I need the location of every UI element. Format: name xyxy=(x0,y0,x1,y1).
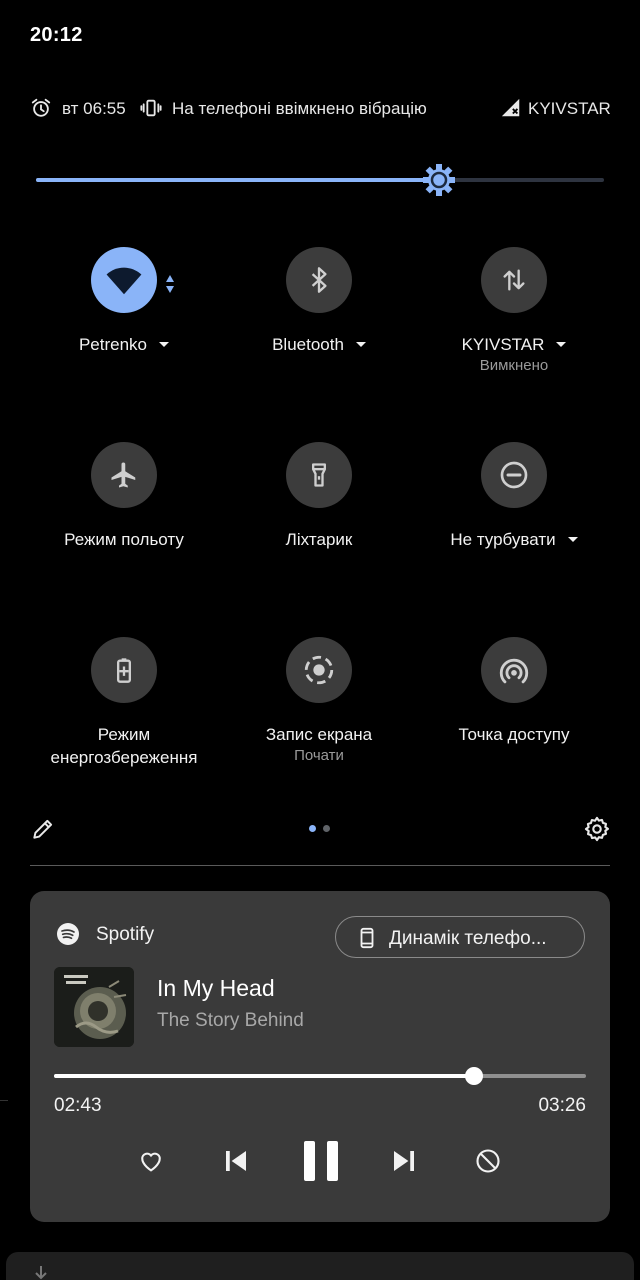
page-dot xyxy=(323,825,330,832)
background-edge xyxy=(0,1100,8,1101)
album-art xyxy=(54,967,134,1047)
seek-fill xyxy=(54,1074,474,1078)
airplane-toggle[interactable] xyxy=(91,442,157,508)
battery-saver-toggle[interactable] xyxy=(91,637,157,703)
tile-mobile-data-status: Вимкнено xyxy=(479,357,549,374)
battery-saver-icon xyxy=(117,658,131,683)
heart-icon xyxy=(141,1152,161,1172)
tile-airplane-label[interactable]: Режим польоту xyxy=(24,528,224,551)
bluetooth-icon xyxy=(311,267,327,293)
dnd-toggle[interactable] xyxy=(481,442,547,508)
data-activity-icon xyxy=(166,275,174,293)
vibrate-icon xyxy=(140,97,162,124)
next-button[interactable] xyxy=(382,1139,426,1183)
bluetooth-dropdown-icon[interactable] xyxy=(355,342,366,348)
page-dot xyxy=(309,825,316,832)
brightness-thumb[interactable] xyxy=(421,162,457,198)
carrier-name: KYIVSTAR xyxy=(528,99,611,118)
tile-battery-saver-label[interactable]: Режим енергозбереження xyxy=(24,723,224,769)
tile-wifi-label[interactable]: Petrenko xyxy=(24,333,224,356)
tile-mobile-data-label[interactable]: KYIVSTAR xyxy=(414,333,614,356)
like-button[interactable] xyxy=(129,1139,173,1183)
brightness-fill xyxy=(36,178,439,182)
spotify-logo-icon xyxy=(56,922,80,951)
tile-bluetooth-label[interactable]: Bluetooth xyxy=(219,333,419,356)
divider xyxy=(30,865,610,866)
screen-record-toggle[interactable] xyxy=(286,637,352,703)
vibration-status: На телефоні ввімкнено вібрацію xyxy=(172,99,427,118)
tile-hotspot-label[interactable]: Точка доступу xyxy=(414,723,614,746)
output-device-label: Динамік телефо... xyxy=(389,928,547,949)
status-clock: 20:12 xyxy=(30,24,83,46)
previous-button[interactable] xyxy=(214,1139,258,1183)
skip-next-icon xyxy=(394,1151,414,1171)
hotspot-icon xyxy=(499,658,529,684)
pause-icon xyxy=(304,1141,338,1181)
page-indicator xyxy=(309,825,333,833)
no-signal-icon xyxy=(500,97,522,124)
edit-pencil-icon[interactable] xyxy=(30,816,56,847)
settings-gear-icon[interactable] xyxy=(583,815,611,848)
block-icon xyxy=(476,1149,500,1173)
total-duration: 03:26 xyxy=(538,1095,586,1116)
wifi-icon xyxy=(106,267,142,295)
tile-flashlight-label[interactable]: Ліхтарик xyxy=(219,528,419,551)
elapsed-time: 02:43 xyxy=(54,1095,102,1116)
seek-thumb[interactable] xyxy=(465,1067,483,1085)
pause-button[interactable] xyxy=(298,1138,344,1184)
tile-screen-record-label[interactable]: Запис екрана xyxy=(219,723,419,746)
airplane-icon xyxy=(111,462,136,488)
do-not-disturb-icon xyxy=(500,461,528,489)
qs-footer xyxy=(30,812,610,846)
flashlight-toggle[interactable] xyxy=(286,442,352,508)
screen-record-icon xyxy=(304,655,334,685)
hotspot-toggle[interactable] xyxy=(481,637,547,703)
brightness-slider[interactable] xyxy=(36,162,604,198)
seek-bar[interactable] xyxy=(54,1067,586,1085)
phone-icon xyxy=(356,926,378,955)
bluetooth-toggle[interactable] xyxy=(286,247,352,313)
alarm-clock-icon xyxy=(30,97,52,124)
skip-previous-icon xyxy=(226,1151,246,1171)
media-player-card[interactable]: Spotify Динамік телефо... In My Head The… xyxy=(30,891,610,1222)
flashlight-icon xyxy=(312,463,326,487)
wifi-dropdown-icon[interactable] xyxy=(159,342,170,348)
info-row: вт 06:55 На телефоні ввімкнено вібрацію … xyxy=(30,96,611,124)
notification-card[interactable] xyxy=(6,1252,634,1280)
alarm-time[interactable]: вт 06:55 xyxy=(62,99,126,119)
arrow-down-icon xyxy=(35,1266,47,1280)
wifi-toggle[interactable] xyxy=(91,247,157,313)
status-bar: 20:12 xyxy=(0,0,640,72)
tile-dnd-label[interactable]: Не турбувати xyxy=(414,528,614,551)
mobile-data-icon xyxy=(503,269,525,291)
block-button[interactable] xyxy=(466,1139,510,1183)
output-device-button[interactable]: Динамік телефо... xyxy=(335,916,585,958)
media-app-name: Spotify xyxy=(96,924,155,945)
dnd-dropdown-icon[interactable] xyxy=(567,537,578,543)
tile-screen-record-status: Почати xyxy=(294,747,344,764)
song-artist: The Story Behind xyxy=(157,1010,304,1031)
mobile-data-dropdown-icon[interactable] xyxy=(556,342,567,348)
mobile-data-toggle[interactable] xyxy=(481,247,547,313)
song-title: In My Head xyxy=(157,975,275,1001)
